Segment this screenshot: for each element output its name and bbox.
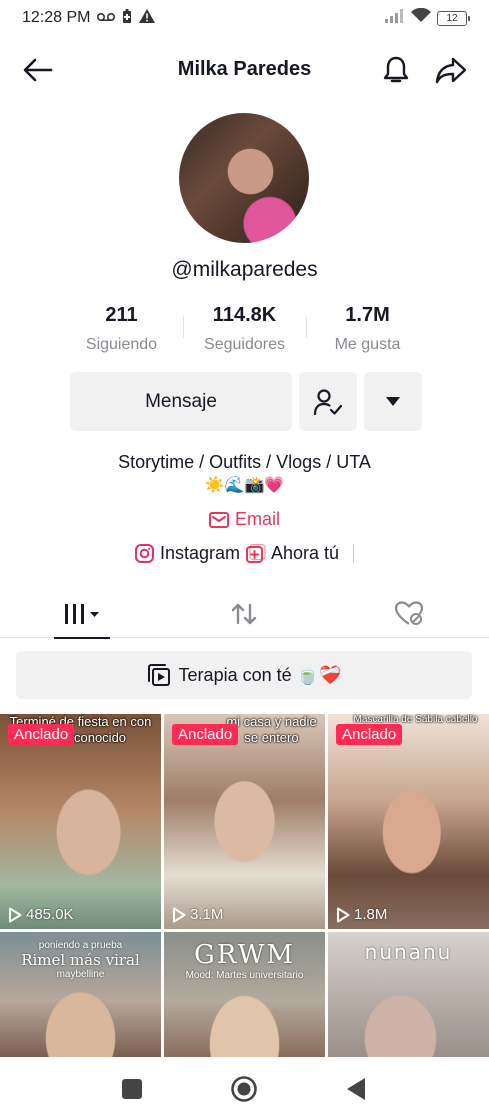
battery-level: 12 (446, 12, 458, 24)
video-caption-title: GRWM (193, 940, 296, 970)
mail-icon (208, 511, 229, 528)
bell-icon (383, 56, 409, 83)
stat-followers[interactable]: 114.8K Seguidores (183, 304, 306, 354)
play-icon (9, 907, 22, 922)
tab-liked[interactable] (385, 590, 433, 638)
playlist-icon (147, 664, 170, 686)
system-nav-bar (0, 1058, 489, 1120)
video-caption: nunanu (328, 940, 489, 964)
wifi-icon (411, 7, 431, 28)
battery-icon: 12 (437, 10, 470, 26)
repost-icon (231, 603, 257, 625)
content-tabs (0, 590, 489, 639)
nav-square-icon (122, 1079, 142, 1099)
share-button[interactable] (434, 54, 468, 86)
instagram-label: Instagram (159, 543, 240, 563)
status-time: 12:28 PM (22, 9, 91, 26)
following-button[interactable] (299, 372, 357, 431)
stat-followers-value: 114.8K (212, 304, 277, 326)
notifications-button[interactable] (380, 54, 412, 86)
play-count: 3.1M (172, 906, 223, 923)
video-caption-small: poniendo a prueba (38, 940, 123, 951)
video-thumbnail[interactable]: poniendo a prueba Rimel más viral maybel… (0, 932, 161, 1057)
username: @milkaparedes (171, 258, 318, 281)
play-icon (337, 907, 350, 922)
instagram-icon (134, 544, 154, 563)
video-thumbnail[interactable]: mi casa y nadie se entero Anclado 3.1M (164, 714, 325, 929)
ahora-tu-link[interactable]: Ahora tú (246, 543, 339, 564)
recents-button[interactable] (118, 1075, 146, 1103)
status-right: 12 (385, 7, 470, 28)
email-label: Email (234, 509, 280, 529)
nav-back-icon (347, 1078, 365, 1100)
video-caption-sub: Mood: Martes universitario (185, 970, 304, 981)
play-count-value: 485.0K (26, 906, 74, 923)
video-thumbnail[interactable]: nunanu (328, 932, 489, 1057)
stat-following[interactable]: 211 Siguiendo (60, 304, 183, 354)
profile-actions: Mensaje (70, 372, 422, 431)
stat-followers-label: Seguidores (204, 336, 285, 353)
instagram-link[interactable]: Instagram (134, 543, 240, 564)
suggested-accounts-button[interactable] (364, 372, 422, 431)
liked-hidden-icon (394, 601, 424, 625)
grid-icon (65, 604, 99, 624)
video-caption-sub: maybelline (56, 969, 105, 980)
play-count: 1.8M (336, 906, 387, 923)
email-link[interactable]: Email (0, 509, 489, 530)
home-button[interactable] (230, 1075, 258, 1103)
warning-icon (139, 8, 156, 28)
voicemail-icon (97, 9, 116, 27)
playlist-label: Terapia con té 🍵❤️‍🩹 (178, 664, 342, 685)
stat-likes-value: 1.7M (345, 304, 390, 326)
page-title: Milka Paredes (177, 58, 312, 80)
stat-following-label: Siguiendo (85, 336, 158, 353)
signal-icon (385, 8, 405, 28)
video-thumbnail[interactable]: Terminé de fiesta en con un desconocido … (0, 714, 161, 929)
stat-likes-label: Me gusta (334, 336, 401, 353)
profile-stats: 211 Siguiendo 114.8K Seguidores 1.7M Me … (60, 304, 430, 354)
status-bar: 12:28 PM 12 (0, 0, 489, 36)
video-caption-title: Rimel más viral (21, 951, 140, 969)
share-icon (435, 57, 467, 84)
add-box-icon (246, 544, 266, 563)
tab-videos[interactable] (54, 590, 110, 639)
back-nav-button[interactable] (342, 1075, 370, 1103)
avatar[interactable] (179, 113, 309, 243)
video-thumbnail[interactable]: GRWM Mood: Martes universitario (164, 932, 325, 1057)
video-caption: poniendo a prueba Rimel más viral maybel… (0, 940, 161, 980)
stat-following-value: 211 (105, 304, 138, 326)
dropdown-triangle-icon (386, 396, 400, 406)
pinned-badge: Anclado (8, 724, 75, 745)
bio-text: Storytime / Outfits / Vlogs / UTA (118, 452, 371, 472)
play-count-value: 1.8M (354, 906, 388, 923)
play-icon (173, 907, 186, 922)
bio: Storytime / Outfits / Vlogs / UTA ☀️🌊📸💗 (0, 450, 489, 498)
pinned-badge: Anclado (336, 724, 403, 745)
stat-likes[interactable]: 1.7M Me gusta (306, 304, 429, 354)
follow-check-icon (313, 388, 343, 415)
play-count: 485.0K (8, 906, 74, 923)
video-thumbnail[interactable]: Mascarilla de Sábila cabello Anclado 1.8… (328, 714, 489, 929)
video-caption-title: nunanu (364, 940, 453, 964)
video-grid: Terminé de fiesta en con un desconocido … (0, 714, 489, 1057)
nav-home-icon (231, 1076, 257, 1102)
pinned-badge: Anclado (172, 724, 239, 745)
battery-saver-icon (122, 8, 132, 28)
links-divider (353, 544, 355, 563)
bio-emojis: ☀️🌊📸💗 (204, 477, 285, 494)
ahora-tu-label: Ahora tú (271, 543, 340, 563)
video-caption: GRWM Mood: Martes universitario (164, 940, 325, 981)
profile-header: Milka Paredes (0, 44, 489, 94)
playlist-button[interactable]: Terapia con té 🍵❤️‍🩹 (16, 651, 472, 699)
status-left: 12:28 PM (22, 8, 156, 28)
social-links: Instagram Ahora tú (0, 543, 489, 564)
message-button[interactable]: Mensaje (70, 372, 292, 431)
play-count-value: 3.1M (190, 906, 224, 923)
tab-reposts[interactable] (220, 590, 268, 638)
